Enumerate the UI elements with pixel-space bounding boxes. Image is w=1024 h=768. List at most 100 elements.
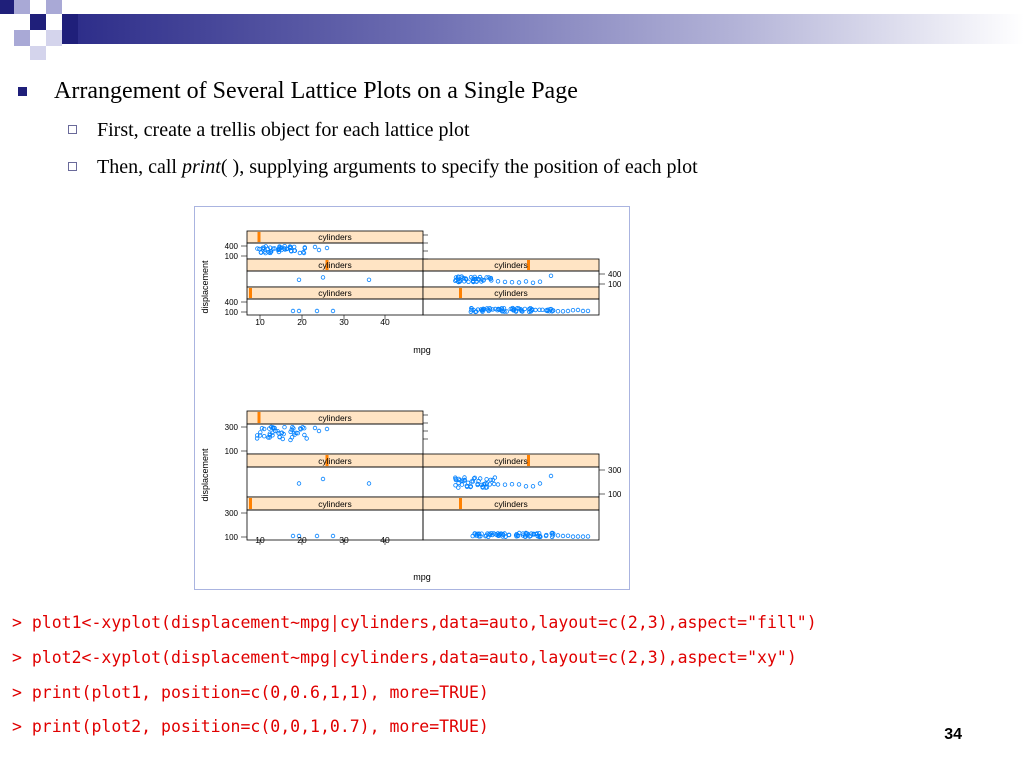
y-tick-label: 400 (225, 242, 239, 251)
data-point (296, 308, 302, 314)
x-tick-label: 30 (339, 535, 349, 545)
strip-label: cylinders (318, 456, 352, 466)
data-point (261, 433, 267, 439)
data-point (291, 244, 297, 250)
data-point (516, 280, 522, 285)
y-tick-label: 400 (608, 270, 622, 279)
data-point (296, 481, 302, 486)
strip-label: cylinders (494, 288, 528, 298)
x-tick-label: 30 (339, 317, 349, 327)
data-point (259, 425, 265, 431)
hollow-square-bullet-icon (68, 162, 77, 171)
data-point (555, 533, 561, 538)
strip-level-marker (257, 412, 261, 423)
x-tick-label: 10 (255, 317, 265, 327)
strip-label: cylinders (318, 413, 352, 423)
data-point (314, 533, 320, 539)
data-point (320, 275, 326, 280)
hollow-square-bullet-icon (68, 125, 77, 134)
data-point (565, 308, 571, 314)
y-tick-label: 400 (225, 298, 239, 307)
x-tick-label: 20 (297, 535, 307, 545)
header-square (30, 46, 46, 60)
sub-then-text-post: ( ), supplying arguments to specify the … (220, 156, 698, 178)
header-square (46, 30, 62, 46)
data-point (523, 279, 529, 284)
panel-frame (246, 242, 424, 260)
data-point (585, 534, 591, 539)
strip-level-marker (459, 498, 462, 509)
header-gradient-bar (78, 14, 1024, 44)
data-point (575, 534, 581, 539)
strip-label: cylinders (318, 288, 352, 298)
data-point (537, 279, 543, 284)
y-tick-label: 300 (608, 466, 622, 475)
panel-frame (246, 466, 424, 498)
data-point (516, 482, 522, 487)
data-point (565, 533, 571, 538)
strip-label: cylinders (318, 260, 352, 270)
data-point (509, 279, 515, 285)
y-tick-label: 300 (225, 509, 239, 518)
data-point (282, 424, 287, 430)
header-square (62, 14, 78, 44)
y-tick-label: 100 (225, 252, 239, 261)
data-point (580, 308, 586, 314)
data-point (366, 481, 372, 486)
data-point (502, 279, 508, 285)
data-point (290, 533, 296, 539)
y-axis-title: displacement (200, 448, 210, 502)
panel-frame (246, 298, 424, 316)
data-point (466, 279, 471, 284)
y-tick-label: 100 (225, 308, 239, 317)
data-point (523, 484, 529, 489)
x-tick-label: 40 (380, 317, 390, 327)
x-axis-title: mpg (413, 345, 431, 355)
data-point (320, 476, 326, 482)
data-point (585, 308, 591, 314)
data-point (530, 280, 536, 285)
panel-frame (246, 423, 424, 455)
data-point (502, 482, 508, 487)
data-point (312, 244, 318, 250)
data-point (316, 247, 322, 253)
data-point (304, 436, 309, 441)
data-point (509, 482, 515, 487)
data-point (570, 307, 576, 313)
data-point (530, 484, 536, 489)
code-line: > plot1<-xyplot(displacement~mpg|cylinde… (12, 613, 817, 632)
data-point (580, 534, 586, 539)
data-point (261, 426, 267, 432)
header-square (14, 30, 30, 46)
panel-frame (422, 466, 600, 498)
data-point (330, 308, 336, 314)
page-number: 34 (944, 726, 962, 743)
data-point (560, 309, 566, 314)
data-point (495, 482, 501, 487)
data-point (296, 277, 302, 282)
header-square (46, 0, 62, 14)
print-function-name: print (181, 156, 221, 178)
header-square (30, 14, 46, 30)
strip-label: cylinders (494, 260, 528, 270)
strip-label: cylinders (494, 499, 528, 509)
strip-level-marker (459, 288, 462, 298)
data-point (453, 483, 458, 488)
panel-frame (422, 270, 600, 288)
x-tick-label: 40 (380, 535, 390, 545)
sub-then-text-pre: Then, call (97, 156, 182, 178)
strip-label: cylinders (494, 456, 528, 466)
y-tick-label: 100 (608, 490, 622, 499)
data-point (302, 432, 307, 438)
data-point (488, 477, 493, 483)
data-point (548, 273, 554, 278)
header-square (14, 0, 30, 14)
strip-level-marker (249, 498, 252, 509)
y-tick-label: 100 (608, 280, 622, 289)
y-tick-label: 100 (225, 533, 239, 542)
data-point (290, 308, 296, 314)
data-point (491, 481, 497, 487)
data-point (560, 533, 566, 539)
panel-frame (246, 270, 424, 288)
data-point (459, 482, 465, 487)
